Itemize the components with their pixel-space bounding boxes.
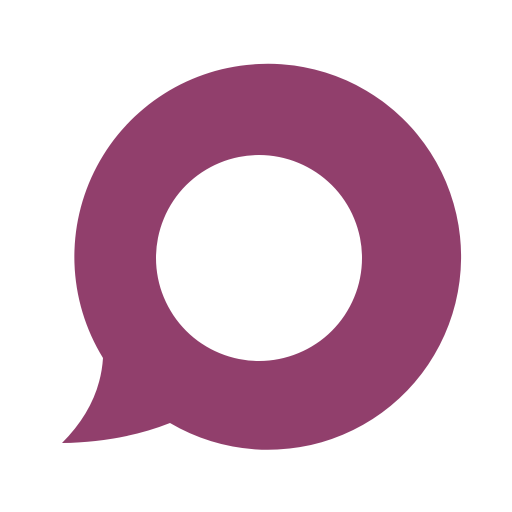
bubble-ring-shape <box>62 63 462 450</box>
speech-bubble-ring-icon <box>62 63 462 450</box>
app-icon-canvas <box>0 0 512 512</box>
